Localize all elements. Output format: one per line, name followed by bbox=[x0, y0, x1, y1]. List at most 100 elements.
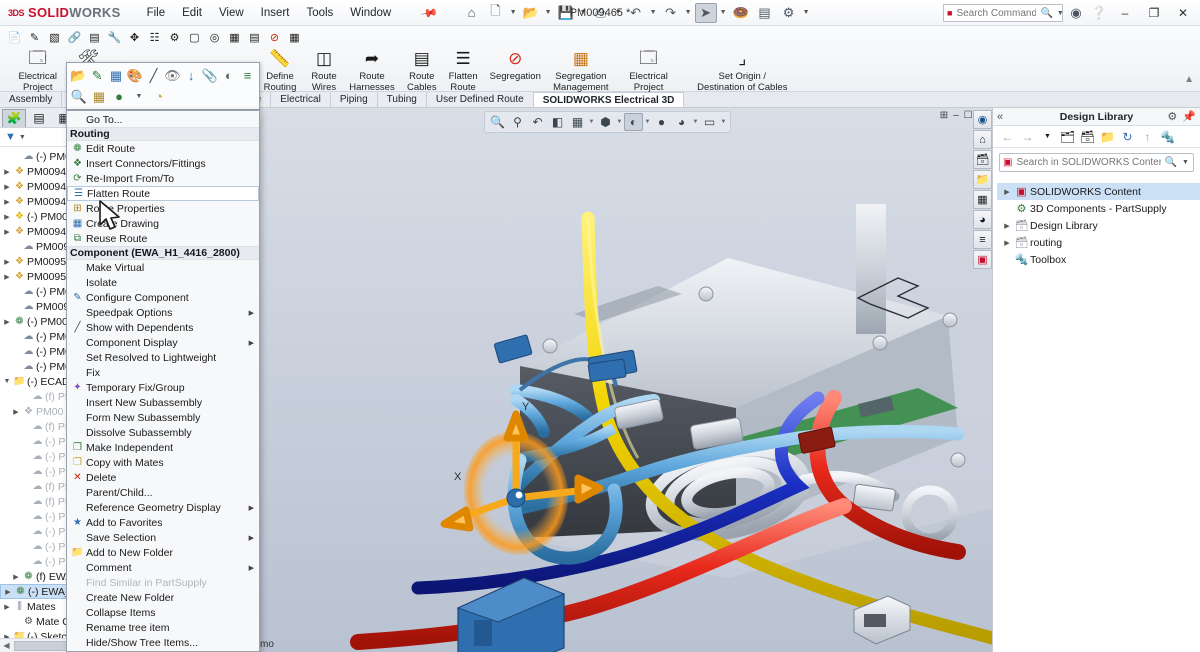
context-menu-item[interactable]: Save Selection ▶ bbox=[67, 530, 259, 545]
undo-icon[interactable]: ↶ bbox=[625, 3, 647, 23]
tab-solidworks-electrical-3d[interactable]: SOLIDWORKS Electrical 3D bbox=[533, 92, 685, 107]
context-menu-item[interactable]: Create New Folder bbox=[67, 590, 259, 605]
isolate-icon[interactable]: ◐ bbox=[220, 67, 237, 85]
tree-expander-icon[interactable]: ▶ bbox=[1001, 222, 1013, 230]
context-menu-item[interactable]: Reference Geometry Display ▶ bbox=[67, 500, 259, 515]
design-library-search-box[interactable]: ▣ 🔍 ▼ bbox=[999, 153, 1194, 172]
context-menu-item[interactable]: ✎ Configure Component bbox=[67, 290, 259, 305]
design-library-item[interactable]: ▶ 🗃 routing bbox=[997, 234, 1200, 251]
forward-icon[interactable]: → bbox=[1019, 128, 1036, 145]
close-button[interactable]: ✕ bbox=[1170, 2, 1196, 24]
new-part-icon[interactable]: 📄 bbox=[6, 29, 23, 45]
3d-experience-icon[interactable]: ◉ bbox=[973, 110, 992, 129]
context-menu-item[interactable]: ★ Add to Favorites bbox=[67, 515, 259, 530]
tree-expander-icon[interactable]: ▶ bbox=[11, 573, 21, 581]
menu-file[interactable]: File bbox=[147, 7, 166, 19]
mate-icon[interactable]: 🔗 bbox=[66, 29, 83, 45]
chevron-double-left-icon[interactable]: « bbox=[997, 111, 1003, 123]
route-cables-button[interactable]: ▤ Route Cables bbox=[401, 48, 443, 93]
edit-part-icon[interactable]: ✎ bbox=[89, 67, 106, 85]
context-menu-item[interactable]: Speedpak Options ▶ bbox=[67, 305, 259, 320]
pin-icon[interactable]: 📌 bbox=[1182, 110, 1196, 123]
viewport-minimize-icon[interactable]: – bbox=[953, 110, 959, 121]
search-icon[interactable]: 🔍 bbox=[1165, 157, 1177, 168]
edit-appearance-icon[interactable]: ● bbox=[652, 113, 671, 131]
chevron-up-icon[interactable]: ▲ bbox=[1184, 74, 1194, 85]
smart-fasteners-icon[interactable]: 🔧 bbox=[106, 29, 123, 45]
zoom-to-selection-icon[interactable]: 🔍 bbox=[70, 88, 88, 106]
appearance-sphere-icon[interactable]: ● bbox=[110, 88, 128, 106]
context-menu-item[interactable]: Parent/Child... bbox=[67, 485, 259, 500]
context-menu-item[interactable]: 📁 Add to New Folder bbox=[67, 545, 259, 560]
tree-expander-icon[interactable]: ▶ bbox=[2, 318, 12, 326]
search-input[interactable] bbox=[956, 7, 1037, 19]
tree-expander-icon[interactable]: ▶ bbox=[2, 228, 12, 236]
filter-icon[interactable]: ▼ bbox=[5, 131, 16, 143]
context-menu-item[interactable]: Isolate bbox=[67, 275, 259, 290]
context-menu-item[interactable]: Component Display ▶ bbox=[67, 335, 259, 350]
print-icon[interactable]: ⎙ bbox=[590, 3, 612, 23]
search-icon[interactable]: 🔍 bbox=[1040, 8, 1052, 19]
zoom-to-fit-icon[interactable]: 🔍 bbox=[488, 113, 507, 131]
context-menu-item[interactable]: ✦ Temporary Fix/Group bbox=[67, 380, 259, 395]
menu-window[interactable]: Window bbox=[350, 7, 391, 19]
clearance-verification-icon[interactable]: ▢ bbox=[186, 29, 203, 45]
viewport-help-icon[interactable]: ⊞ bbox=[940, 110, 948, 121]
hide-icon[interactable]: ╱ bbox=[145, 67, 162, 85]
tree-expander-icon[interactable]: ▶ bbox=[2, 213, 12, 221]
tab-assembly[interactable]: Assembly bbox=[0, 92, 63, 107]
menu-insert[interactable]: Insert bbox=[261, 7, 290, 19]
new-document-caret-icon[interactable]: ▼ bbox=[509, 9, 518, 16]
search-caret-icon[interactable]: ▼ bbox=[1181, 159, 1190, 166]
view-settings-caret-icon[interactable]: ▼ bbox=[720, 119, 727, 125]
refresh-icon[interactable]: ↻ bbox=[1119, 128, 1136, 145]
context-menu-item[interactable]: ☰ Flatten Route bbox=[67, 186, 259, 201]
measure-icon[interactable]: 🍩 bbox=[730, 3, 752, 23]
tree-expander-icon[interactable]: ▶ bbox=[11, 408, 21, 416]
context-menu[interactable]: Go To... Routing ❁ Edit Route ❖ Insert Connec… bbox=[66, 110, 260, 652]
change-transparency-icon[interactable]: ↓ bbox=[183, 67, 200, 85]
file-explorer-icon[interactable]: 📁 bbox=[973, 170, 992, 189]
interference-detection-icon[interactable]: ⚙ bbox=[166, 29, 183, 45]
flatten-route-button[interactable]: ☰ Flatten Route bbox=[443, 48, 484, 93]
zoom-to-area-icon[interactable]: ⚲ bbox=[508, 113, 527, 131]
exploded-view-icon[interactable]: ☷ bbox=[146, 29, 163, 45]
context-menu-item[interactable]: ⟳ Re-Import From/To bbox=[67, 171, 259, 186]
show-hide-icon[interactable]: 👁 bbox=[164, 67, 181, 85]
context-menu-item[interactable]: ❖ Insert Connectors/Fittings bbox=[67, 156, 259, 171]
save-icon[interactable]: 💾 bbox=[555, 3, 577, 23]
scroll-left-icon[interactable]: ◀ bbox=[0, 641, 13, 650]
context-menu-item[interactable]: Dissolve Subassembly bbox=[67, 425, 259, 440]
context-menu-item[interactable]: Insert New Subassembly bbox=[67, 395, 259, 410]
move-component-icon[interactable]: ✥ bbox=[126, 29, 143, 45]
section-view-icon[interactable]: ▤ bbox=[754, 3, 776, 23]
context-menu-item[interactable]: ⊞ Route Properties bbox=[67, 201, 259, 216]
edit-appearance-icon[interactable]: ◔ bbox=[150, 88, 168, 106]
bill-of-materials-icon[interactable]: ▦ bbox=[286, 29, 303, 45]
minimize-button[interactable]: – bbox=[1112, 2, 1138, 24]
design-library-item[interactable]: ▶ 🗃 Design Library bbox=[997, 217, 1200, 234]
back-icon[interactable]: ← bbox=[999, 128, 1016, 145]
route-harnesses-button[interactable]: ➦ Route Harnesses bbox=[343, 48, 401, 93]
context-menu-item[interactable]: ⧉ Reuse Route bbox=[67, 231, 259, 246]
undo-caret-icon[interactable]: ▼ bbox=[649, 9, 658, 16]
performance-evaluation-icon[interactable]: ▤ bbox=[246, 29, 263, 45]
context-menu-item[interactable]: Fix bbox=[67, 365, 259, 380]
context-menu-item[interactable]: Comment ▶ bbox=[67, 560, 259, 575]
tree-expander-icon[interactable]: ▶ bbox=[1001, 188, 1013, 196]
redo-caret-icon[interactable]: ▼ bbox=[684, 9, 693, 16]
tab-electrical[interactable]: Electrical bbox=[271, 92, 331, 107]
view-settings-icon[interactable]: ▭ bbox=[700, 113, 719, 131]
display-style-icon[interactable]: ⬢ bbox=[596, 113, 615, 131]
hide-show-caret-icon[interactable]: ▼ bbox=[644, 119, 651, 125]
search-commands-box[interactable]: ■ 🔍 ▼ bbox=[943, 4, 1064, 22]
design-library-icon[interactable]: 🗃 bbox=[973, 150, 992, 169]
context-menu-item[interactable]: Form New Subassembly bbox=[67, 410, 259, 425]
menu-view[interactable]: View bbox=[219, 7, 244, 19]
tree-expander-icon[interactable]: ▶ bbox=[2, 258, 12, 266]
tab-piping[interactable]: Piping bbox=[330, 92, 378, 107]
create-folder-icon[interactable]: 📁 bbox=[1099, 128, 1116, 145]
context-menu-item[interactable]: ▦ Create Drawing bbox=[67, 216, 259, 231]
tab-tubing[interactable]: Tubing bbox=[377, 92, 427, 107]
graphics-viewport[interactable]: Y X ⊞ – ☐ ✕ 🔍 ⚲ ↶ ◧ ▦ ▼ ⬢ ▼ ◐ ▼ ● ◕ ▼ ▭ bbox=[258, 108, 992, 652]
